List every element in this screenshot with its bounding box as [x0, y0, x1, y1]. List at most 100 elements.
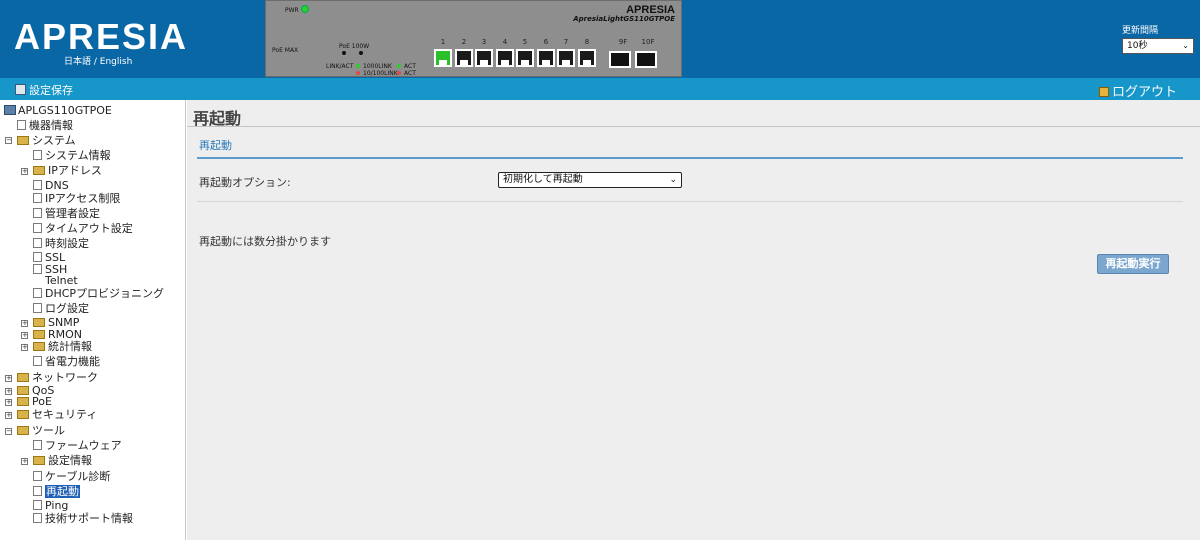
sidebar-tree: APLGS110GTPOE 機器情報 − システム システム情報 + IPアドレ… — [0, 100, 186, 540]
logout-icon — [1099, 87, 1109, 97]
option-divider — [197, 201, 1183, 202]
folder-icon — [17, 386, 29, 395]
expand-icon[interactable]: + — [5, 375, 12, 382]
tree-item-admin[interactable]: 管理者設定 — [33, 208, 100, 220]
expand-icon[interactable]: + — [21, 332, 28, 339]
port-4[interactable] — [496, 49, 514, 67]
tree-root-label: APLGS110GTPOE — [18, 104, 112, 117]
collapse-icon[interactable]: − — [5, 137, 12, 144]
tree-item-dns[interactable]: DNS — [33, 180, 69, 192]
port-8[interactable] — [578, 49, 596, 67]
tree-item-reboot[interactable]: 再起動 — [33, 485, 80, 498]
tree-item-system-info[interactable]: システム情報 — [33, 150, 111, 162]
chevron-down-icon: ⌄ — [1182, 41, 1189, 50]
tree-item-dhcp-provisioning[interactable]: DHCPプロビジョニング — [33, 288, 164, 300]
folder-icon — [17, 397, 29, 406]
tree-folder-statistics[interactable]: 統計情報 — [33, 341, 92, 353]
expand-icon[interactable]: + — [5, 399, 12, 406]
folder-icon — [33, 318, 45, 327]
expand-icon[interactable]: + — [21, 168, 28, 175]
device-front-panel: APRESIA ApresiaLightGS110GTPOE PWR PoE M… — [265, 0, 682, 77]
logout-button[interactable]: ログアウト — [1099, 81, 1177, 100]
port-2[interactable] — [455, 49, 473, 67]
legend-act2-led — [397, 71, 401, 75]
lang-en-link[interactable]: English — [100, 57, 133, 67]
port-6[interactable] — [537, 49, 555, 67]
expand-icon[interactable]: + — [21, 320, 28, 327]
document-icon — [33, 150, 42, 160]
legend-red-led — [356, 71, 360, 75]
apresia-logo: APRESIA — [14, 16, 189, 57]
refresh-interval-label: 更新間隔 — [1122, 26, 1159, 36]
document-icon — [33, 223, 42, 233]
expand-icon[interactable]: + — [21, 344, 28, 351]
document-icon — [33, 513, 42, 523]
reboot-execute-button[interactable]: 再起動実行 — [1097, 254, 1169, 274]
toolbar: 設定保存 ログアウト — [0, 78, 1200, 100]
language-switch: 日本語 / English — [64, 54, 132, 67]
tree-item-time[interactable]: 時刻設定 — [33, 238, 89, 250]
sfp-port-9f[interactable] — [609, 51, 631, 68]
folder-icon — [17, 426, 29, 435]
port-1[interactable] — [434, 49, 452, 67]
folder-icon — [17, 410, 29, 419]
tree-folder-tools[interactable]: ツール — [17, 425, 65, 437]
tree-item-device-info[interactable]: 機器情報 — [17, 120, 73, 132]
expand-icon[interactable]: + — [21, 458, 28, 465]
tree-folder-ip-address[interactable]: IPアドレス — [33, 165, 102, 177]
legend-green-led — [356, 64, 360, 68]
logout-label: ログアウト — [1112, 85, 1178, 100]
folder-icon — [33, 330, 45, 339]
tree-folder-security[interactable]: セキュリティ — [17, 409, 97, 421]
tree-item-power-saving[interactable]: 省電力機能 — [33, 356, 100, 368]
document-icon — [33, 486, 42, 496]
expand-icon[interactable]: + — [5, 412, 12, 419]
section-divider — [197, 157, 1183, 159]
sfp-port-10f[interactable] — [635, 51, 657, 68]
folder-icon — [33, 456, 45, 465]
port-5[interactable] — [516, 49, 534, 67]
document-icon — [33, 238, 42, 248]
pwr-label: PWR — [285, 7, 299, 14]
legend-act2: ACT — [404, 70, 416, 77]
folder-icon — [33, 342, 45, 351]
expand-icon[interactable]: + — [5, 388, 12, 395]
tree-item-timeout[interactable]: タイムアウト設定 — [33, 223, 133, 235]
port-num-5: 5 — [522, 38, 528, 46]
port-num-3: 3 — [481, 38, 487, 46]
document-icon — [17, 120, 26, 130]
tree-item-log[interactable]: ログ設定 — [33, 303, 89, 315]
tree-item-firmware[interactable]: ファームウェア — [33, 440, 122, 452]
lang-separator: / — [91, 57, 100, 67]
port-num-9f: 9F — [618, 38, 628, 46]
document-icon — [33, 500, 42, 510]
tree-item-ping[interactable]: Ping — [33, 500, 68, 512]
poe-max-led — [359, 51, 363, 55]
tree-folder-network[interactable]: ネットワーク — [17, 372, 98, 384]
header-bar: APRESIA 日本語 / English APRESIA ApresiaLig… — [0, 0, 1200, 78]
folder-icon — [17, 136, 29, 145]
save-config-button[interactable]: 設定保存 — [15, 82, 73, 98]
port-3[interactable] — [475, 49, 493, 67]
tree-item-telnet[interactable]: Telnet — [45, 275, 78, 287]
tree-item-tech-support[interactable]: 技術サポート情報 — [33, 513, 133, 525]
tree-item-cable-diag[interactable]: ケーブル診断 — [33, 471, 110, 483]
save-icon — [15, 84, 26, 95]
port-num-1: 1 — [440, 38, 446, 46]
tree-folder-poe[interactable]: PoE — [17, 396, 52, 408]
tree-item-ip-access[interactable]: IPアクセス制限 — [33, 193, 120, 205]
save-config-label: 設定保存 — [29, 84, 73, 97]
reboot-option-select[interactable]: 初期化して再起動 ⌄ — [498, 172, 682, 188]
port-7[interactable] — [557, 49, 575, 67]
collapse-icon[interactable]: − — [5, 428, 12, 435]
tree-folder-config[interactable]: 設定情報 — [33, 455, 92, 467]
document-icon — [33, 303, 42, 313]
tree-folder-system[interactable]: システム — [17, 135, 76, 147]
reboot-option-value: 初期化して再起動 — [503, 174, 583, 185]
refresh-interval-select[interactable]: 10秒 ⌄ — [1122, 38, 1194, 54]
panel-model: ApresiaLightGS110GTPOE — [573, 15, 675, 23]
lang-ja-link[interactable]: 日本語 — [64, 57, 91, 67]
port-num-7: 7 — [563, 38, 569, 46]
tree-root[interactable]: APLGS110GTPOE — [4, 105, 112, 117]
legend-linkact: LINK/ACT — [326, 63, 354, 70]
